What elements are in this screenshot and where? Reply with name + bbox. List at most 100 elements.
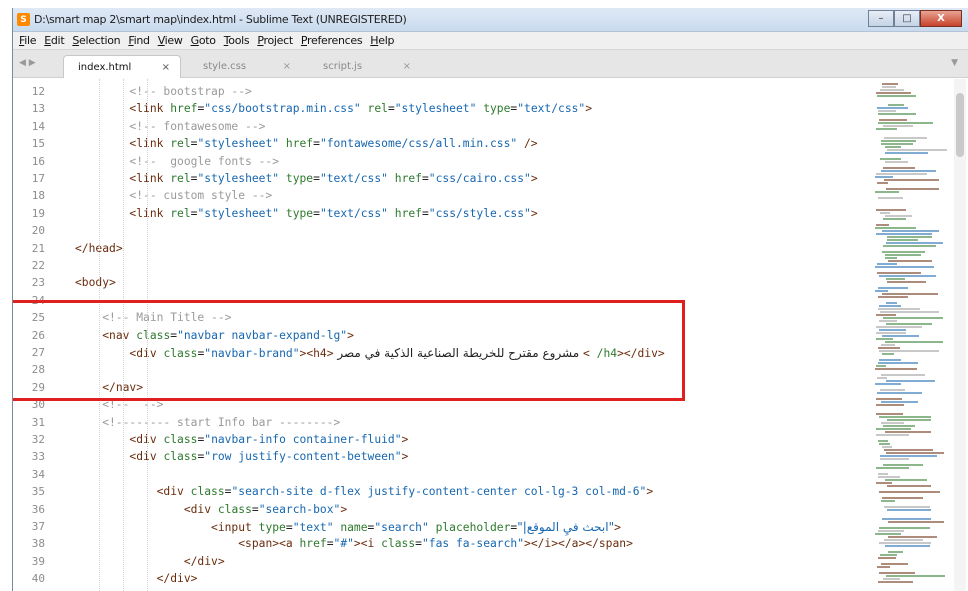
code-line[interactable]: <div class="search-box"> [75, 503, 347, 516]
code-line[interactable]: </div> [75, 572, 198, 585]
minimap-line [876, 428, 911, 430]
minimap-line [877, 107, 908, 109]
minimap[interactable] [871, 79, 953, 591]
line-number: 30 [31, 398, 45, 412]
line-number: 35 [31, 485, 45, 499]
menu-help[interactable]: Help [370, 34, 394, 47]
tab-index-html[interactable]: index.html × [63, 55, 181, 78]
code-editor[interactable]: 12 13 14 15 16 17 18 19 20 21 22 23 24 25 26 27 28 29 30 31… [13, 79, 968, 591]
menu-project[interactable]: Project [257, 34, 293, 47]
code-line[interactable]: <div class="navbar-info container-fluid"… [75, 433, 408, 446]
code-line[interactable]: </nav> [75, 381, 143, 394]
minimap-line [882, 446, 892, 448]
minimap-line [876, 413, 903, 415]
minimap-line [879, 320, 897, 322]
minimap-line [883, 425, 915, 427]
minimap-line [876, 233, 932, 235]
code-line[interactable]: </div> [75, 555, 225, 568]
code-line[interactable]: <!-- --> [75, 398, 163, 411]
minimap-line [880, 158, 901, 160]
code-line[interactable]: <!-- google fonts --> [75, 155, 279, 168]
tab-label: script.js [323, 61, 363, 72]
minimap-line [876, 482, 892, 484]
tab-close-icon[interactable]: × [283, 61, 291, 72]
scrollbar-thumb[interactable] [956, 93, 964, 157]
code-line[interactable]: <link rel="stylesheet" href="fontawesome… [75, 137, 537, 150]
line-number: 14 [31, 119, 45, 133]
tab-style-css[interactable]: style.css × [189, 55, 301, 78]
tab-script-js[interactable]: script.js × [309, 55, 421, 78]
minimap-line [877, 377, 887, 379]
minimap-line [884, 137, 927, 139]
minimap-line [883, 578, 900, 580]
minimap-line [878, 197, 903, 199]
minimap-line [885, 545, 930, 547]
minimap-line [880, 389, 905, 391]
code-line[interactable]: <link href="css/bootstrap.min.css" rel="… [75, 102, 592, 115]
maximize-button[interactable]: □ [894, 10, 920, 27]
code-line[interactable]: <link rel="stylesheet" type="text/css" h… [75, 207, 537, 220]
code-line[interactable]: <div class="search-site d-flex justify-c… [75, 485, 654, 498]
line-number: 36 [31, 502, 45, 516]
menu-find[interactable]: Find [128, 34, 150, 47]
minimize-button[interactable]: – [868, 10, 894, 27]
minimap-line [880, 458, 909, 460]
menu-goto[interactable]: Goto [191, 34, 216, 47]
minimap-line [881, 143, 913, 145]
line-number: 38 [31, 537, 45, 551]
title-bar[interactable]: S D:\smart map 2\smart map\index.html - … [13, 8, 968, 32]
minimap-line [884, 449, 933, 451]
minimap-line [886, 452, 944, 454]
menu-file[interactable]: File [19, 34, 37, 47]
tab-close-icon[interactable]: × [403, 61, 411, 72]
menu-view[interactable]: View [158, 34, 183, 47]
minimap-line [882, 230, 939, 232]
code-line[interactable]: <!-- fontawesome --> [75, 120, 265, 133]
tab-close-icon[interactable]: × [162, 62, 170, 73]
code-line[interactable]: <div class="navbar-brand"><h4> مشروع مقت… [75, 346, 664, 360]
minimap-line [876, 128, 897, 130]
menu-tools[interactable]: Tools [224, 34, 250, 47]
minimap-line [887, 239, 918, 241]
minimap-line [875, 227, 916, 229]
minimap-line [880, 455, 937, 457]
close-button[interactable]: X [920, 10, 962, 27]
code-line[interactable]: <div class="row justify-content-between"… [75, 450, 408, 463]
minimap-line [877, 272, 921, 274]
minimap-line [877, 95, 916, 97]
minimap-line [885, 146, 901, 148]
tab-dropdown-icon[interactable]: ▼ [951, 58, 958, 68]
minimap-line [876, 326, 922, 328]
minimap-line [875, 191, 899, 193]
menu-preferences[interactable]: Preferences [301, 34, 363, 47]
minimap-line [878, 347, 900, 349]
line-number: 29 [31, 380, 45, 394]
minimap-line [876, 467, 909, 469]
menu-edit[interactable]: Edit [44, 34, 64, 47]
menu-selection[interactable]: Selection [72, 34, 120, 47]
line-number: 21 [31, 241, 45, 255]
line-number: 25 [31, 311, 45, 325]
minimap-line [884, 506, 930, 508]
code-line[interactable]: <link rel="stylesheet" type="text/css" h… [75, 172, 537, 185]
line-number: 19 [31, 206, 45, 220]
window-controls: – □ X [868, 10, 962, 27]
code-line[interactable]: <!-------- start Info bar --------> [75, 416, 340, 429]
vertical-scrollbar[interactable] [954, 79, 966, 591]
code-line[interactable]: <nav class="navbar navbar-expand-lg"> [75, 329, 354, 342]
code-line[interactable]: <input type="text" name="search" placeho… [75, 520, 621, 534]
minimap-line [888, 536, 937, 538]
minimap-line [875, 266, 934, 268]
line-number: 37 [31, 520, 45, 533]
line-number: 22 [31, 259, 45, 272]
tab-scroll-arrows-icon[interactable]: ◀ ▶ [19, 58, 36, 68]
minimap-line [883, 245, 936, 247]
minimap-line [879, 350, 939, 352]
minimap-line [881, 344, 895, 346]
code-line[interactable]: <body> [75, 276, 116, 289]
minimap-line [885, 479, 927, 481]
code-line[interactable]: <span><a href="#"><i class="fas fa-searc… [75, 537, 633, 550]
minimap-line [886, 575, 945, 577]
code-line[interactable]: <!-- bootstrap --> [75, 85, 251, 98]
code-line[interactable]: <!-- custom style --> [75, 189, 272, 202]
